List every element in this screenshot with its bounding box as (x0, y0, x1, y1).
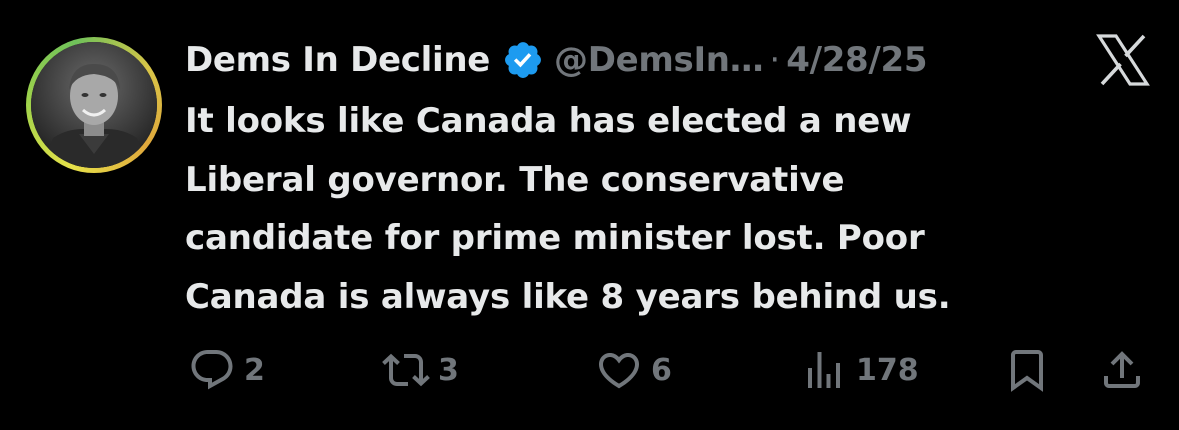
repost-icon (382, 346, 430, 394)
like-button[interactable]: 6 (595, 335, 672, 405)
action-bar: 2 3 6 178 (0, 335, 1179, 405)
reply-button[interactable]: 2 (188, 335, 265, 405)
bookmark-icon (1003, 346, 1051, 394)
tweet-line: Liberal governor. The conservative (185, 159, 845, 200)
tweet-date[interactable]: 4/28/25 (786, 40, 927, 80)
x-logo-icon (1095, 33, 1151, 87)
separator-dot: · (769, 40, 781, 80)
tweet-text: It looks like Canada has elected a new L… (185, 92, 1085, 326)
bookmark-button[interactable] (1003, 335, 1051, 405)
views-button[interactable]: 178 (800, 335, 919, 405)
author-name[interactable]: Dems In Decline (185, 40, 490, 80)
reply-count: 2 (244, 352, 265, 388)
views-icon (800, 346, 848, 394)
tweet-header: Dems In Decline @DemsIn… · 4/28/25 (185, 30, 928, 90)
tweet-card: Dems In Decline @DemsIn… · 4/28/25 It lo… (0, 0, 1179, 430)
like-count: 6 (651, 352, 672, 388)
tweet-line: Canada is always like 8 years behind us. (185, 276, 951, 317)
heart-icon (595, 346, 643, 394)
tweet-line: candidate for prime minister lost. Poor (185, 218, 925, 258)
tweet-line: It looks like Canada has elected a new (185, 101, 912, 141)
share-button[interactable] (1098, 335, 1146, 405)
repost-button[interactable]: 3 (382, 335, 459, 405)
share-icon (1098, 346, 1146, 394)
avatar-ring[interactable] (26, 37, 162, 173)
reply-icon (188, 346, 236, 394)
author-handle[interactable]: @DemsIn… (554, 40, 764, 80)
avatar[interactable] (31, 42, 157, 168)
verified-badge-icon (502, 39, 544, 81)
views-count: 178 (856, 352, 919, 388)
avatar-photo (31, 42, 157, 168)
repost-count: 3 (438, 352, 459, 388)
